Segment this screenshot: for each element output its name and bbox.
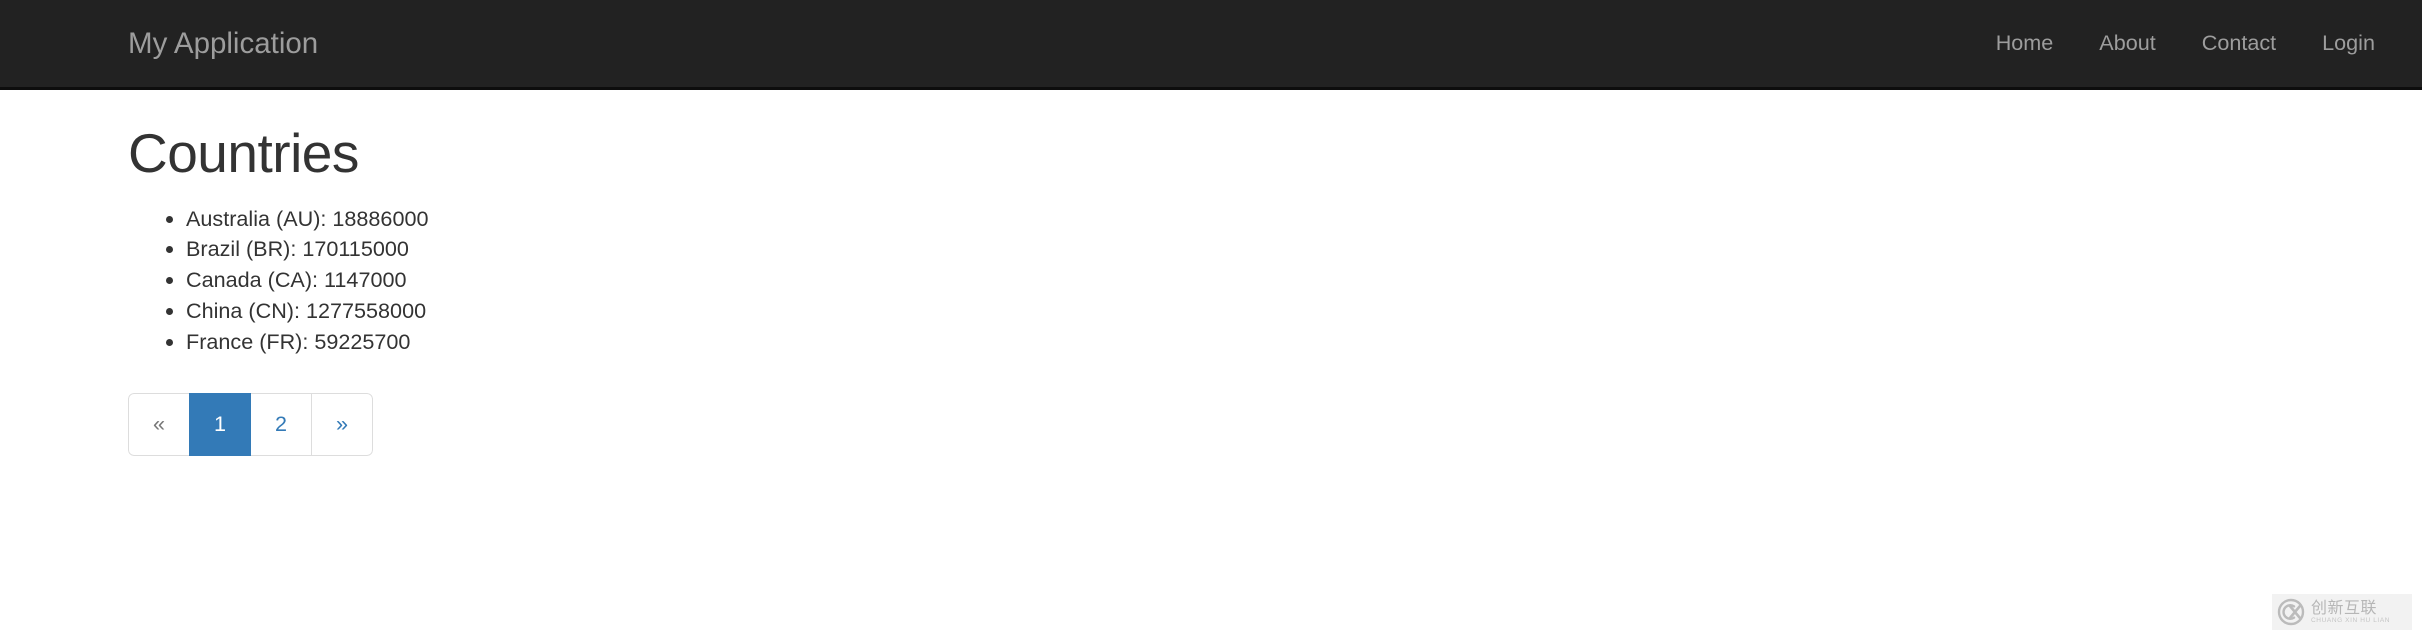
list-item: Brazil (BR): 170115000 bbox=[186, 236, 2294, 262]
pagination-page-1: 1 bbox=[189, 393, 251, 457]
nav-item-home: Home bbox=[1973, 0, 2077, 87]
list-item: Canada (CA): 1147000 bbox=[186, 267, 2294, 293]
nav-link-home[interactable]: Home bbox=[1973, 0, 2077, 87]
watermark: 创新互联 CHUANG XIN HU LIAN bbox=[2272, 594, 2412, 630]
page-title: Countries bbox=[128, 122, 359, 184]
country-list: Australia (AU): 18886000 Brazil (BR): 17… bbox=[128, 206, 2294, 356]
nav-link-contact[interactable]: Contact bbox=[2179, 0, 2299, 87]
list-item: Australia (AU): 18886000 bbox=[186, 206, 2294, 232]
pagination-page-label: 1 bbox=[189, 393, 251, 457]
navbar-brand[interactable]: My Application bbox=[104, 0, 342, 87]
watermark-cn-text: 创新互联 bbox=[2311, 597, 2378, 617]
nav-item-login: Login bbox=[2299, 0, 2398, 87]
list-item: China (CN): 1277558000 bbox=[186, 298, 2294, 324]
page-container: Countries Australia (AU): 18886000 Brazi… bbox=[0, 122, 2422, 457]
pagination: « 1 2 » bbox=[128, 393, 2294, 457]
nav-item-contact: Contact bbox=[2179, 0, 2299, 87]
navbar-nav: Home About Contact Login bbox=[1973, 0, 2398, 87]
chevron-double-left-icon: « bbox=[128, 393, 190, 457]
chevron-double-right-icon[interactable]: » bbox=[311, 393, 373, 457]
pagination-list: « 1 2 » bbox=[128, 393, 373, 457]
top-navbar: My Application Home About Contact Login bbox=[0, 0, 2422, 90]
nav-link-login[interactable]: Login bbox=[2299, 0, 2398, 87]
pagination-page-link[interactable]: 2 bbox=[250, 393, 312, 457]
list-item: France (FR): 59225700 bbox=[186, 329, 2294, 355]
navbar-inner: My Application Home About Contact Login bbox=[0, 0, 2422, 87]
nav-link-about[interactable]: About bbox=[2076, 0, 2178, 87]
watermark-text: 创新互联 CHUANG XIN HU LIAN bbox=[2311, 597, 2391, 625]
pagination-page-2[interactable]: 2 bbox=[250, 393, 312, 457]
pagination-next[interactable]: » bbox=[311, 393, 373, 457]
pagination-prev: « bbox=[128, 393, 190, 457]
watermark-pinyin-text: CHUANG XIN HU LIAN bbox=[2311, 616, 2391, 624]
cx-circle-logo-icon bbox=[2277, 598, 2305, 626]
nav-item-about: About bbox=[2076, 0, 2178, 87]
